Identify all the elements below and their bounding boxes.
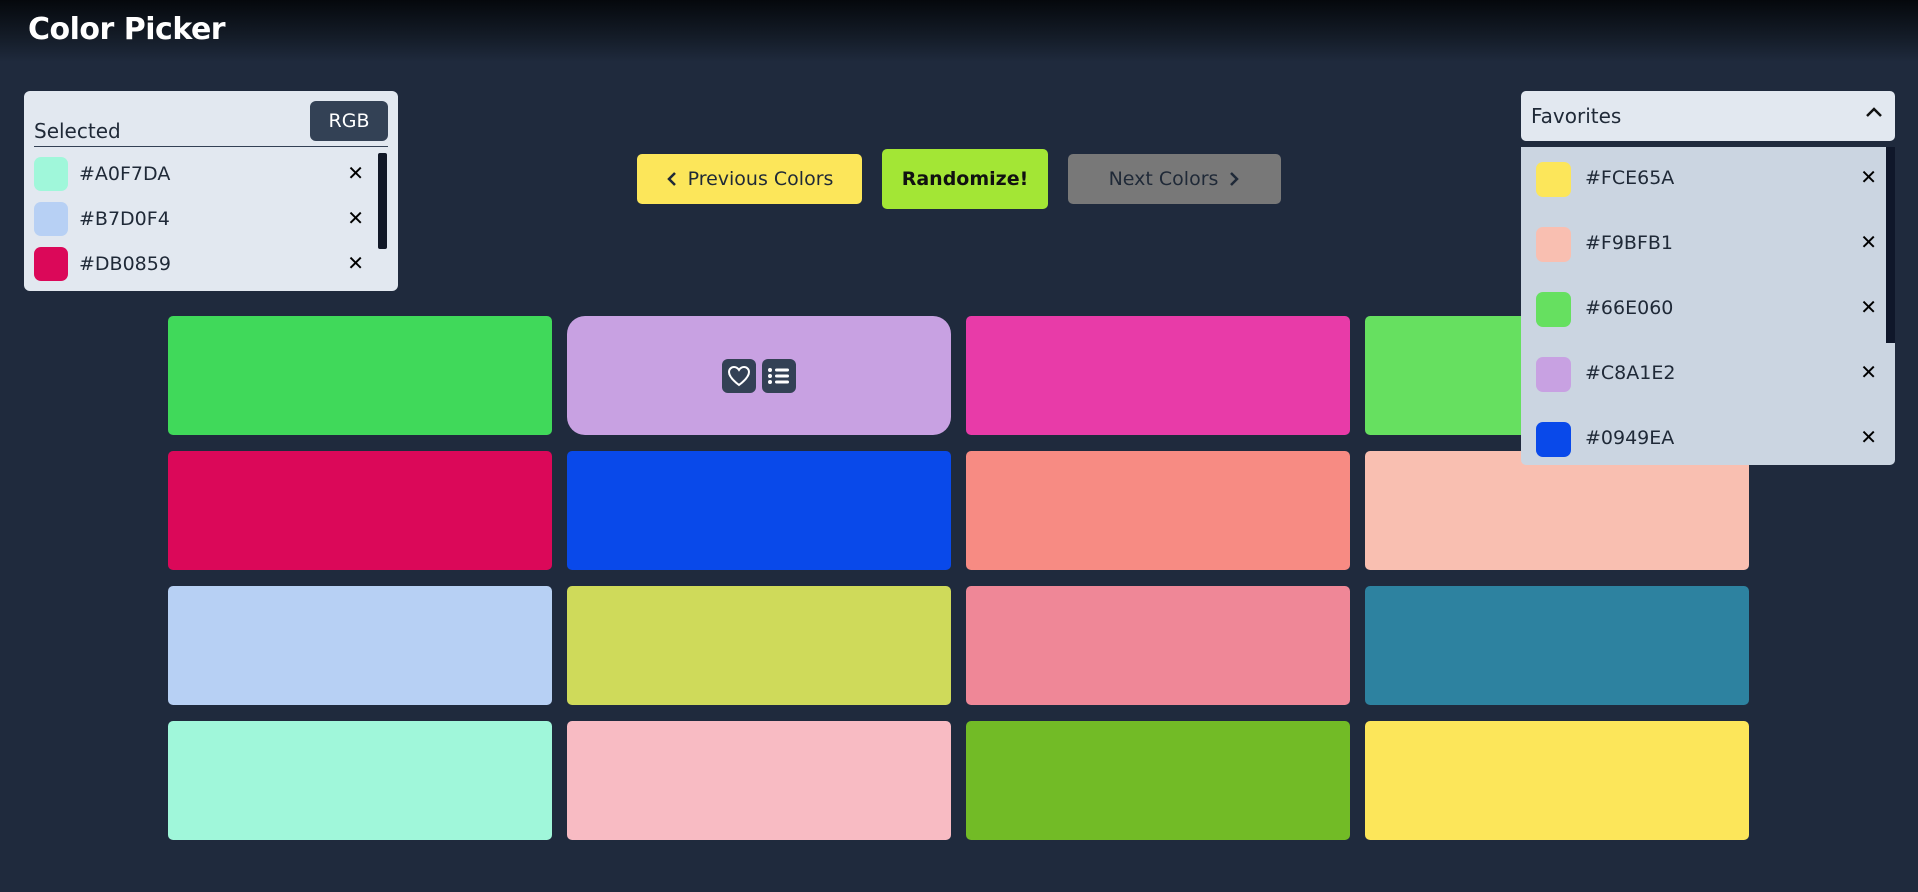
heart-icon[interactable] [722, 358, 756, 393]
color-tile[interactable] [567, 721, 951, 840]
favorite-item[interactable]: #F9BFB1 ✕ [1521, 212, 1895, 277]
color-swatch [34, 157, 68, 191]
remove-icon[interactable]: ✕ [1860, 360, 1877, 384]
selected-hex: #B7D0F4 [79, 208, 170, 230]
remove-icon[interactable]: ✕ [1860, 295, 1877, 319]
color-tile[interactable] [168, 721, 552, 840]
color-swatch [34, 202, 68, 236]
remove-icon[interactable]: ✕ [1860, 165, 1877, 189]
top-bar: Color Picker [0, 0, 1918, 62]
next-colors-button[interactable]: Next Colors [1068, 154, 1281, 204]
chevron-right-icon [1230, 172, 1240, 186]
favorites-list: #FCE65A ✕ #F9BFB1 ✕ #66E060 ✕ #C8A1E2 ✕ … [1521, 147, 1895, 465]
color-format-button[interactable]: RGB [310, 101, 388, 141]
chevron-left-icon [666, 172, 676, 186]
selected-label: Selected [34, 119, 121, 143]
color-tile[interactable] [168, 451, 552, 570]
color-tile-active[interactable] [567, 316, 951, 435]
favorite-item[interactable]: #66E060 ✕ [1521, 277, 1895, 342]
selected-hex: #A0F7DA [79, 163, 171, 185]
favorite-item[interactable]: #FCE65A ✕ [1521, 147, 1895, 212]
selected-item[interactable]: #B7D0F4 ✕ [34, 196, 364, 241]
color-tile[interactable] [1365, 586, 1749, 705]
remove-icon[interactable]: ✕ [347, 161, 364, 185]
chevron-up-icon [1866, 107, 1882, 117]
selected-panel: Selected RGB #A0F7DA ✕ #B7D0F4 ✕ #DB0859… [24, 91, 398, 291]
color-tile[interactable] [1365, 721, 1749, 840]
selected-hex: #DB0859 [79, 253, 171, 275]
next-colors-label: Next Colors [1108, 168, 1219, 190]
app-title: Color Picker [28, 12, 226, 47]
color-swatch [1536, 162, 1571, 197]
favorite-item[interactable]: #C8A1E2 ✕ [1521, 342, 1895, 407]
remove-icon[interactable]: ✕ [1860, 230, 1877, 254]
favorite-hex: #0949EA [1585, 427, 1675, 449]
color-swatch [1536, 357, 1571, 392]
color-tile[interactable] [1365, 451, 1749, 570]
color-tile[interactable] [966, 586, 1350, 705]
color-tile[interactable] [966, 721, 1350, 840]
color-swatch [1536, 292, 1571, 327]
selected-item[interactable]: #DB0859 ✕ [34, 241, 364, 286]
favorites-scrollbar[interactable] [1886, 147, 1895, 343]
color-grid [168, 316, 1752, 840]
favorite-item[interactable]: #0949EA ✕ [1521, 407, 1895, 465]
color-tile[interactable] [168, 316, 552, 435]
color-swatch [34, 247, 68, 281]
list-icon[interactable] [762, 358, 796, 393]
color-tile[interactable] [567, 451, 951, 570]
selected-scrollbar[interactable] [378, 153, 387, 249]
tile-actions [722, 358, 796, 393]
color-swatch [1536, 422, 1571, 457]
selected-list: #A0F7DA ✕ #B7D0F4 ✕ #DB0859 ✕ [34, 151, 364, 286]
favorite-hex: #66E060 [1585, 297, 1674, 319]
favorite-hex: #F9BFB1 [1585, 232, 1674, 254]
color-tile[interactable] [966, 451, 1350, 570]
selected-header: Selected RGB [34, 101, 388, 147]
previous-colors-button[interactable]: Previous Colors [637, 154, 862, 204]
color-tile[interactable] [567, 586, 951, 705]
favorites-dropdown-toggle[interactable]: Favorites [1521, 91, 1895, 141]
remove-icon[interactable]: ✕ [1860, 425, 1877, 449]
favorite-hex: #FCE65A [1585, 167, 1675, 189]
selected-item[interactable]: #A0F7DA ✕ [34, 151, 364, 196]
previous-colors-label: Previous Colors [687, 168, 834, 190]
remove-icon[interactable]: ✕ [347, 251, 364, 275]
favorites-title: Favorites [1531, 104, 1622, 128]
color-tile[interactable] [966, 316, 1350, 435]
remove-icon[interactable]: ✕ [347, 206, 364, 230]
color-tile[interactable] [168, 586, 552, 705]
favorite-hex: #C8A1E2 [1585, 362, 1676, 384]
color-swatch [1536, 227, 1571, 262]
randomize-button[interactable]: Randomize! [882, 149, 1048, 209]
